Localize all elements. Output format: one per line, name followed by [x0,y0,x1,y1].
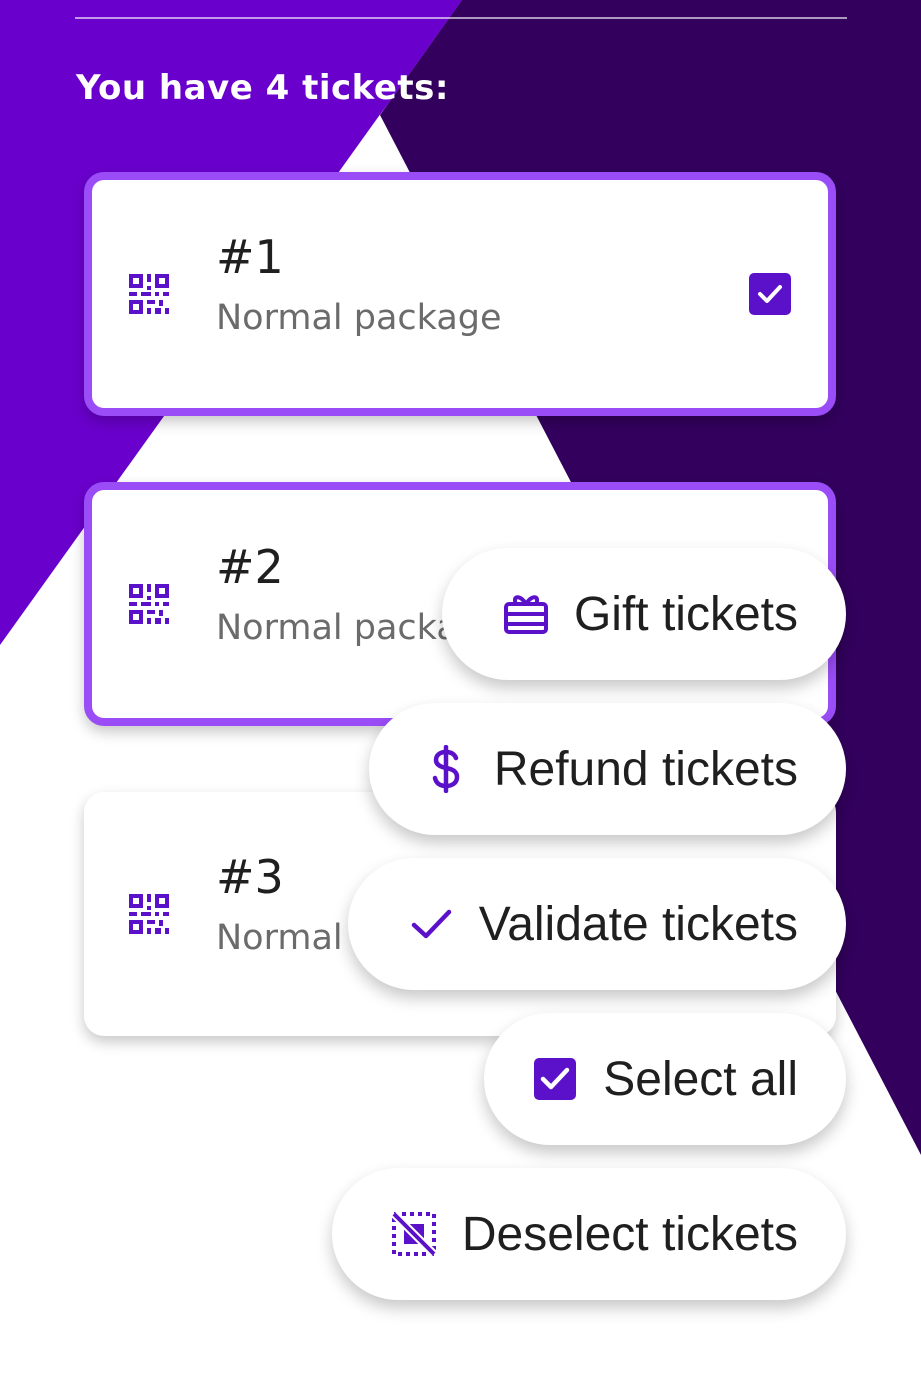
checkbox-checked-icon [534,1058,577,1100]
ticket-package: Normal package [216,298,502,338]
tickets-heading: You have 4 tickets: [76,68,450,108]
qr-code-icon [129,274,169,314]
gift-tickets-button[interactable]: Gift tickets [442,548,846,680]
refund-tickets-button[interactable]: Refund tickets [369,703,846,835]
ticket-number: #1 [216,230,284,284]
gift-tickets-label: Gift tickets [573,587,798,641]
select-all-label: Select all [603,1052,798,1106]
ticket-number: #3 [216,850,284,904]
select-all-button[interactable]: Select all [484,1013,846,1145]
validate-tickets-label: Validate tickets [478,897,798,951]
deselect-tickets-label: Deselect tickets [461,1207,798,1261]
dollar-icon [432,745,460,793]
ticket-checkbox[interactable] [749,273,791,315]
ticket-number: #2 [216,540,284,594]
check-icon [411,909,451,939]
deselect-icon [391,1211,437,1257]
qr-code-icon [129,894,169,934]
qr-code-icon [129,584,169,624]
top-divider [75,17,847,19]
ticket-card-1[interactable]: #1 Normal package [84,172,836,416]
validate-tickets-button[interactable]: Validate tickets [348,858,846,990]
gift-card-icon [503,595,548,634]
refund-tickets-label: Refund tickets [493,742,798,796]
deselect-tickets-button[interactable]: Deselect tickets [332,1168,846,1300]
checkmark-icon [758,285,782,303]
